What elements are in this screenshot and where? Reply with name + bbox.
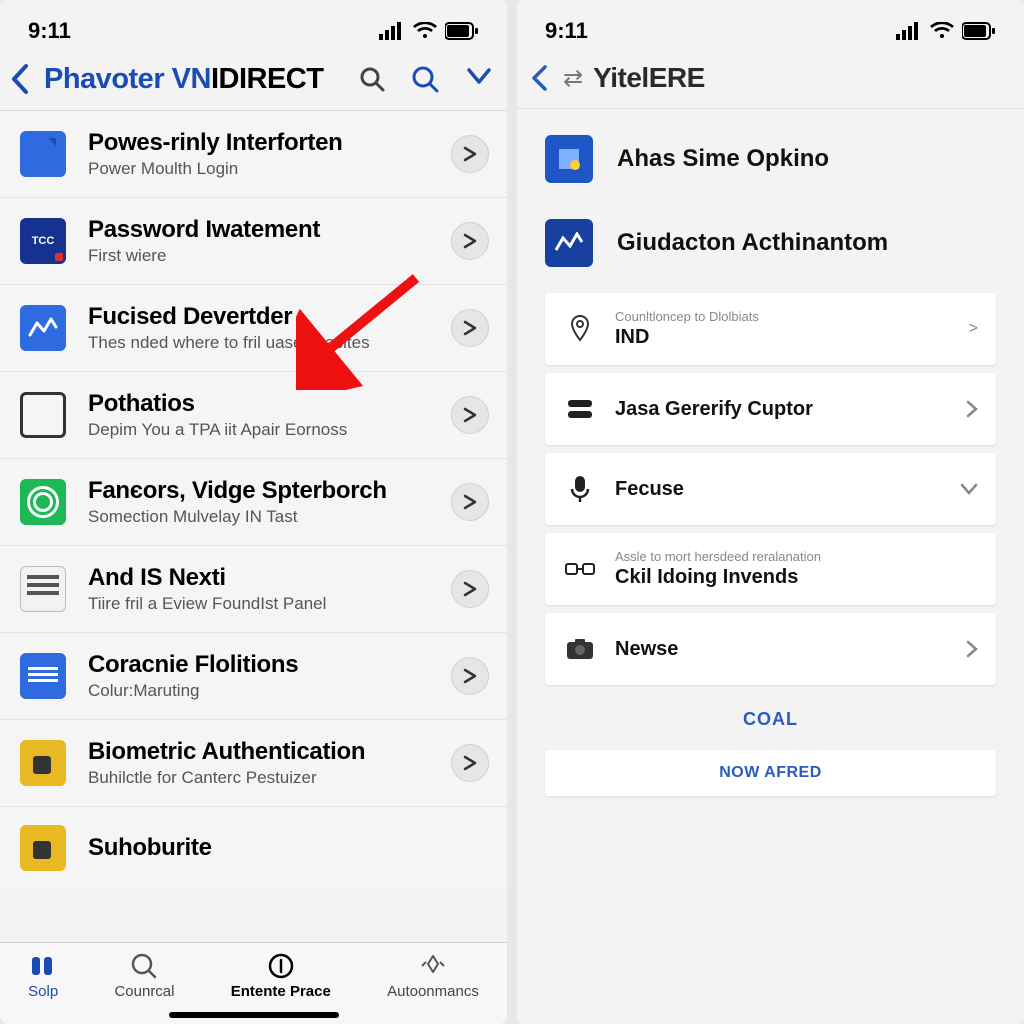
app-icon bbox=[545, 135, 593, 183]
cellular-icon bbox=[896, 22, 922, 40]
chart-icon bbox=[545, 219, 593, 267]
list-item[interactable]: TCC Password IwatementFirst wiere bbox=[0, 198, 507, 285]
status-time: 9:11 bbox=[545, 18, 588, 44]
coal-button[interactable]: COAL bbox=[545, 697, 996, 742]
nav-icon: ⇄ bbox=[563, 64, 583, 93]
tab-autoonmancs[interactable]: Autoonmancs bbox=[387, 951, 479, 1000]
settings-list: Powes-rinly InterfortenPower Moulth Logi… bbox=[0, 111, 507, 942]
tab-solp[interactable]: Solp bbox=[28, 951, 58, 1000]
chevron-right-icon bbox=[966, 640, 978, 658]
list-item[interactable]: Fanєors, Vidge SpterborchSomection Mulve… bbox=[0, 459, 507, 546]
list-item[interactable]: And IS NextiTiire fril a Eview FoundIst … bbox=[0, 546, 507, 633]
battery-icon bbox=[962, 22, 996, 40]
file-icon bbox=[20, 653, 66, 699]
now-afred-button[interactable]: NOW AFRED bbox=[545, 750, 996, 796]
list-item[interactable]: Coracnie FlolitionsColur:Maruting bbox=[0, 633, 507, 720]
list-item[interactable]: Biometric AuthenticationBuhilctle for Ca… bbox=[0, 720, 507, 807]
status-bar: 9:11 bbox=[517, 0, 1024, 48]
right-phone: 9:11 ⇄ YitelERE Ahas Sime Opkino Giudact… bbox=[517, 0, 1024, 1024]
lock-icon bbox=[20, 740, 66, 786]
card-item[interactable]: Counltloncep to DlolbiatsIND > bbox=[545, 293, 996, 365]
search-icon[interactable] bbox=[359, 66, 385, 92]
chevron-right-icon bbox=[451, 135, 489, 173]
chevron-right-icon bbox=[966, 400, 978, 418]
chevron-right-icon bbox=[451, 483, 489, 521]
card-item[interactable]: Newse bbox=[545, 613, 996, 685]
status-bar: 9:11 bbox=[0, 0, 507, 48]
back-button[interactable] bbox=[527, 63, 553, 93]
chevron-right-icon bbox=[451, 396, 489, 434]
chart-icon bbox=[20, 305, 66, 351]
chevron-right-icon bbox=[451, 744, 489, 782]
status-time: 9:11 bbox=[28, 18, 71, 44]
spotify-icon bbox=[20, 479, 66, 525]
left-phone: 9:11 Phavoter VNIDIRECT Pow bbox=[0, 0, 507, 1024]
back-button[interactable] bbox=[6, 62, 36, 96]
news-icon bbox=[20, 566, 66, 612]
section-header[interactable]: Giudacton Acthinantom bbox=[517, 209, 1024, 293]
nav-bar: ⇄ YitelERE bbox=[517, 48, 1024, 109]
list-item[interactable]: Suhoburite bbox=[0, 807, 507, 889]
wifi-icon bbox=[930, 22, 954, 40]
search-icon-2[interactable] bbox=[411, 65, 439, 93]
tab-counrcal[interactable]: Counrcal bbox=[114, 951, 174, 1000]
battery-icon bbox=[445, 22, 479, 40]
document-icon bbox=[20, 131, 66, 177]
list-item[interactable]: Powes-rinly InterfortenPower Moulth Logi… bbox=[0, 111, 507, 198]
chevron-right-icon: > bbox=[969, 320, 978, 338]
filter-icon[interactable] bbox=[465, 66, 493, 92]
mic-icon bbox=[563, 475, 597, 503]
server-icon bbox=[563, 398, 597, 420]
list-item[interactable]: Fucised DevertderThes nded where to fril… bbox=[0, 285, 507, 372]
nav-bar: Phavoter VNIDIRECT bbox=[0, 48, 507, 111]
wifi-icon bbox=[413, 22, 437, 40]
card-item[interactable]: Assle to mort hersdeed reralanationCkil … bbox=[545, 533, 996, 605]
app-tcc-icon: TCC bbox=[20, 218, 66, 264]
tablet-icon bbox=[20, 392, 66, 438]
chevron-right-icon bbox=[451, 657, 489, 695]
chevron-right-icon bbox=[451, 309, 489, 347]
folder-icon bbox=[20, 825, 66, 871]
section-header[interactable]: Ahas Sime Opkino bbox=[517, 109, 1024, 209]
card-item[interactable]: Jasa Gererify Cuptor bbox=[545, 373, 996, 445]
chevron-down-icon bbox=[960, 483, 978, 495]
glasses-icon bbox=[563, 561, 597, 577]
camera-icon bbox=[563, 638, 597, 660]
chevron-right-icon bbox=[451, 222, 489, 260]
tab-entente[interactable]: Entente Prace bbox=[231, 951, 331, 1000]
list-item[interactable]: PothatiosDepim You a TPA iit Apair Eorno… bbox=[0, 372, 507, 459]
pin-icon bbox=[563, 314, 597, 344]
cellular-icon bbox=[379, 22, 405, 40]
tab-bar: Solp Counrcal Entente Prace Autoonmancs bbox=[0, 942, 507, 1024]
home-indicator[interactable] bbox=[169, 1012, 339, 1018]
chevron-right-icon bbox=[451, 570, 489, 608]
card-item[interactable]: Fecuse bbox=[545, 453, 996, 525]
page-title: YitelERE bbox=[593, 62, 705, 94]
page-title: Phavoter VNIDIRECT bbox=[44, 63, 351, 96]
